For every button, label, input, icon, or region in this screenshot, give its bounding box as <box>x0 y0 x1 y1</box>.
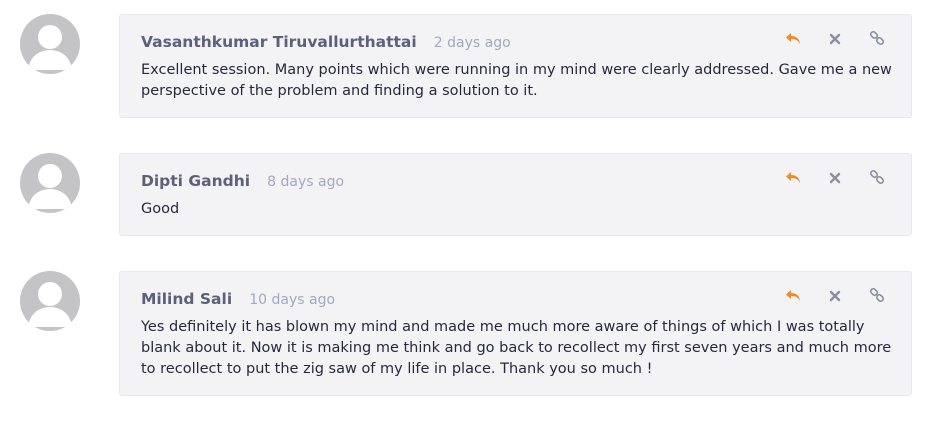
comment-author[interactable]: Dipti Gandhi <box>141 172 250 190</box>
delete-button[interactable] <box>825 168 845 188</box>
reply-button[interactable] <box>783 286 803 306</box>
close-icon <box>829 172 841 184</box>
avatar <box>20 153 80 213</box>
close-icon <box>829 33 841 45</box>
comment-timestamp: 8 days ago <box>267 174 345 190</box>
permalink-button[interactable] <box>867 286 887 306</box>
link-icon <box>869 31 885 46</box>
user-placeholder-icon <box>28 282 72 327</box>
comment-text: Yes definitely it has blown my mind and … <box>141 319 892 377</box>
comment-author[interactable]: Vasanthkumar Tiruvallurthattai <box>141 33 417 51</box>
close-icon <box>829 290 841 302</box>
user-placeholder-icon <box>28 25 72 70</box>
comment-bubble: Milind Sali 10 days ago Yes definitely i… <box>119 271 912 396</box>
comment-timestamp: 10 days ago <box>249 292 336 308</box>
comment-text: Good <box>141 201 180 217</box>
comment-actions <box>783 168 887 188</box>
reply-icon <box>786 172 800 183</box>
comment-text: Excellent session. Many points which wer… <box>141 62 892 99</box>
comment-header: Vasanthkumar Tiruvallurthattai 2 days ag… <box>141 32 511 51</box>
permalink-button[interactable] <box>867 29 887 49</box>
delete-button[interactable] <box>825 286 845 306</box>
reply-button[interactable] <box>783 168 803 188</box>
reply-icon <box>786 290 800 301</box>
comment-header: Dipti Gandhi 8 days ago <box>141 171 344 190</box>
reply-icon <box>786 33 800 44</box>
link-icon <box>869 288 885 303</box>
comment-timestamp: 2 days ago <box>433 35 511 51</box>
comment-header: Milind Sali 10 days ago <box>141 289 335 308</box>
comment-actions <box>783 29 887 49</box>
avatar <box>20 271 80 331</box>
comment-author[interactable]: Milind Sali <box>141 290 232 308</box>
user-placeholder-icon <box>28 164 72 209</box>
link-icon <box>869 170 885 185</box>
permalink-button[interactable] <box>867 168 887 188</box>
comment-bubble: Dipti Gandhi 8 days ago Good <box>119 153 912 236</box>
comment-bubble: Vasanthkumar Tiruvallurthattai 2 days ag… <box>119 14 912 118</box>
reply-button[interactable] <box>783 29 803 49</box>
delete-button[interactable] <box>825 29 845 49</box>
avatar <box>20 14 80 74</box>
comment-actions <box>783 286 887 306</box>
